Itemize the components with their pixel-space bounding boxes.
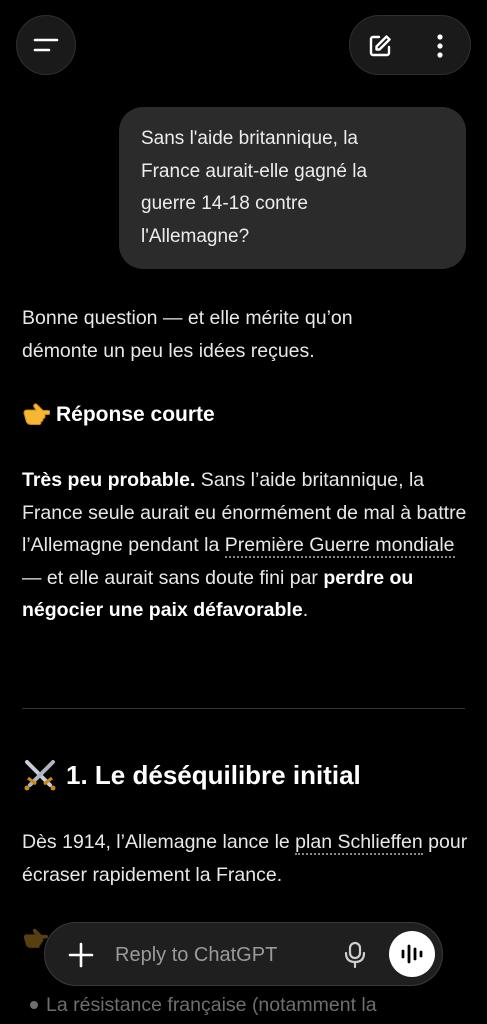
user-message-line: Sans l'aide britannique, la [141,128,358,149]
schlieffen-link[interactable]: plan Schlieffen [295,831,423,855]
intro-line: démonte un peu les idées reçues. [22,339,315,362]
microphone-icon [344,941,366,969]
menu-button[interactable] [16,15,76,75]
voice-mode-button[interactable] [389,931,435,977]
wwi-link[interactable]: Première Guerre mondiale [224,534,455,558]
user-message-bubble: Sans l'aide britannique, la France aurai… [119,107,466,269]
section1-paragraph: Dès 1914, l’Allemagne lance le plan Schl… [22,826,470,891]
dictate-button[interactable] [335,935,375,975]
faded-bullet-item: La résistance française (notamment la [30,990,377,1020]
more-options-button[interactable] [418,24,462,68]
crossed-swords-emoji [24,760,56,791]
faded-bullet-text: La résistance française (notamment la [46,994,377,1016]
reply-input[interactable] [115,937,335,973]
attach-button[interactable] [61,935,101,975]
plus-icon [68,942,94,968]
pointing-hand-emoji [23,403,50,425]
voice-mode-icon [401,944,423,964]
section1-heading-text: 1. Le déséquilibre initial [66,760,361,790]
short-answer-paragraph: Très peu probable. Sans l’aide britanniq… [22,464,470,627]
user-message-line: guerre 14-18 contre [141,193,308,214]
short-answer-end: . [302,599,309,621]
new-chat-button[interactable] [358,24,402,68]
short-answer-bold: Très peu probable. [22,469,196,491]
section1-heading: 1. Le déséquilibre initial [22,756,361,794]
bullet-dot [30,1001,38,1009]
section-divider [22,708,465,709]
message-composer [44,922,443,986]
user-message-line: France aurait-elle gagné la [141,160,368,182]
top-actions [349,15,471,75]
section1-text: Dès 1914, l’Allemagne lance le [22,831,296,853]
menu-icon [33,38,59,52]
user-message-line: l'Allemagne? [141,225,250,247]
short-answer-heading-text: Réponse courte [56,403,215,426]
edit-icon [369,35,391,57]
short-answer-heading: Réponse courte [22,399,215,431]
intro-paragraph: Bonne question — et elle mérite qu’on dé… [22,302,470,367]
intro-line: Bonne question — et elle mérite qu’on [22,307,353,329]
short-answer-text-2: — et elle aurait sans doute fini par [22,566,324,589]
more-vertical-icon [437,34,443,58]
